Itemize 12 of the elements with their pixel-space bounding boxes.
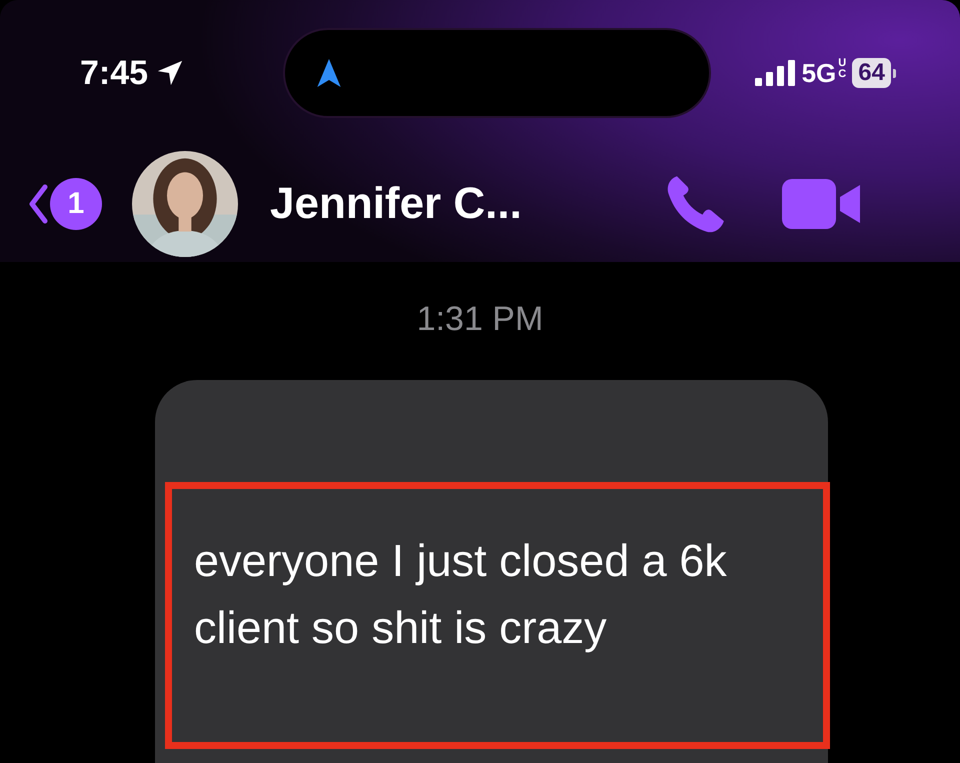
clock-time: 7:45 (80, 54, 148, 92)
contact-name[interactable]: Jennifer C... (270, 179, 570, 229)
message-text: everyone I just closed a 6k client so shit is crazy (194, 534, 728, 655)
battery-icon: 64 (852, 58, 891, 88)
message-timestamp: 1:31 PM (416, 300, 544, 340)
unread-count-badge: 1 (50, 178, 102, 230)
location-arrow-icon (156, 59, 184, 87)
back-button[interactable]: 1 (28, 178, 102, 230)
back-chevron-icon (28, 184, 48, 224)
signal-icon (754, 60, 796, 86)
navigation-arrow-icon (316, 59, 341, 87)
video-camera-icon[interactable] (782, 179, 862, 229)
